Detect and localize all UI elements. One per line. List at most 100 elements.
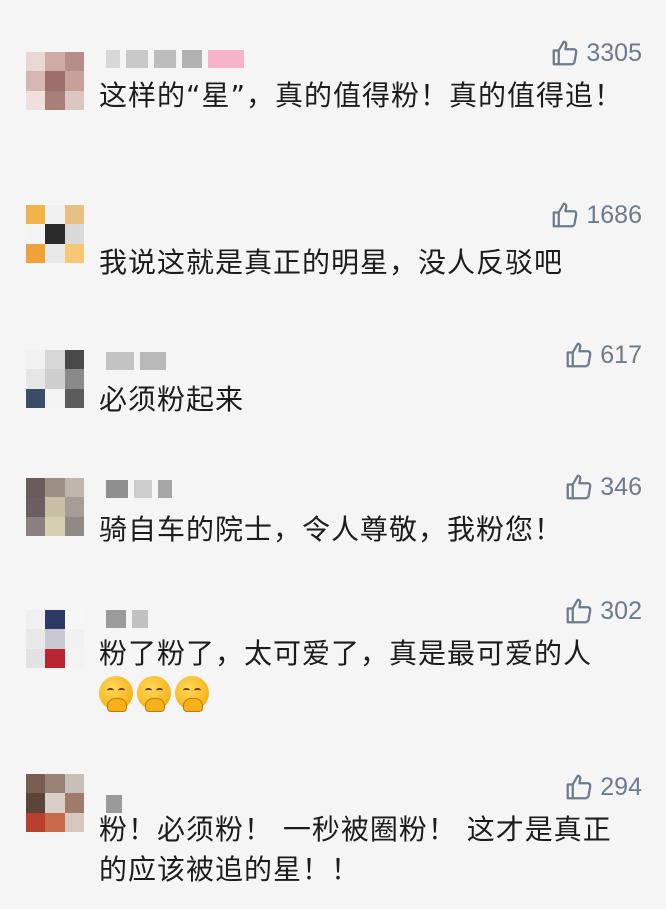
hugging-face-emoji-icon	[99, 676, 133, 712]
avatar-pixel	[26, 610, 46, 630]
avatar-pixel	[26, 243, 46, 263]
avatar-pixel	[64, 52, 84, 72]
username[interactable]	[106, 50, 244, 68]
avatar-pixel	[45, 224, 65, 244]
avatar-pixel	[26, 224, 46, 244]
like-count: 294	[600, 772, 642, 801]
hugging-face-emoji-icon	[137, 676, 171, 712]
avatar-pixel	[45, 812, 65, 832]
comment-text-block: 骑自车的院士，令人尊敬，我粉您！	[99, 510, 639, 550]
comment-text-block: 粉了粉了，太可爱了，真是最可爱的人	[99, 634, 639, 712]
avatar-pixel	[26, 648, 46, 668]
username-pixel	[140, 352, 166, 370]
username-pixel	[134, 480, 152, 498]
thumbs-up-icon	[550, 38, 580, 68]
username[interactable]	[106, 480, 172, 498]
like-button[interactable]: 617	[564, 340, 642, 370]
comment-text-block: 这样的“星”，真的值得粉！真的值得追！	[99, 76, 639, 116]
avatar[interactable]	[26, 205, 84, 263]
avatar-pixel	[64, 774, 84, 794]
username[interactable]	[106, 352, 166, 370]
avatar-pixel	[26, 90, 46, 110]
avatar-pixel	[45, 793, 65, 813]
avatar-pixel	[64, 243, 84, 263]
comment-text-block: 粉！必须粉！ 一秒被圈粉！ 这才是真正的应该被追的星！！	[99, 810, 639, 890]
username-pixel	[208, 50, 244, 68]
avatar-pixel	[64, 369, 84, 389]
like-count: 302	[600, 596, 642, 625]
avatar-pixel	[26, 71, 46, 91]
avatar-pixel	[64, 90, 84, 110]
username-pixel	[106, 480, 128, 498]
avatar-pixel	[64, 629, 84, 649]
like-button[interactable]: 3305	[550, 38, 642, 68]
avatar-pixel	[64, 205, 84, 225]
like-button[interactable]: 294	[564, 772, 642, 802]
like-count: 3305	[586, 38, 642, 67]
avatar-pixel	[64, 71, 84, 91]
avatar-pixel	[64, 812, 84, 832]
avatar-pixel	[26, 793, 46, 813]
username-pixel	[158, 480, 172, 498]
avatar[interactable]	[26, 350, 84, 408]
avatar-pixel	[64, 648, 84, 668]
username-pixel	[106, 610, 126, 628]
username-pixel	[126, 50, 148, 68]
avatar[interactable]	[26, 610, 84, 668]
hugging-face-emoji-icon	[175, 676, 209, 712]
avatar-pixel	[64, 388, 84, 408]
comment-text: 我说这就是真正的明星，没人反驳吧	[99, 246, 564, 279]
avatar-pixel	[45, 774, 65, 794]
thumbs-up-icon	[564, 772, 594, 802]
comment-text: 必须粉起来	[99, 383, 245, 416]
comment-text: 粉！必须粉！ 一秒被圈粉！ 这才是真正的应该被追的星！！	[99, 813, 612, 886]
avatar-pixel	[45, 90, 65, 110]
username-pixel	[106, 50, 120, 68]
avatar-pixel	[64, 610, 84, 630]
avatar-pixel	[64, 478, 84, 498]
avatar-pixel	[45, 388, 65, 408]
avatar[interactable]	[26, 774, 84, 832]
avatar-pixel	[26, 774, 46, 794]
username-pixel	[106, 352, 134, 370]
like-button[interactable]: 346	[564, 472, 642, 502]
avatar-pixel	[45, 71, 65, 91]
username-pixel	[182, 50, 202, 68]
avatar-pixel	[64, 793, 84, 813]
like-button[interactable]: 1686	[550, 200, 642, 230]
like-count: 346	[600, 472, 642, 501]
username[interactable]	[106, 610, 148, 628]
avatar-pixel	[45, 52, 65, 72]
username-pixel	[154, 50, 176, 68]
avatar-pixel	[26, 205, 46, 225]
avatar-pixel	[26, 812, 46, 832]
avatar-pixel	[45, 243, 65, 263]
avatar[interactable]	[26, 52, 84, 110]
thumbs-up-icon	[564, 340, 594, 370]
comment-text-block: 必须粉起来	[99, 380, 639, 420]
avatar[interactable]	[26, 478, 84, 536]
avatar-pixel	[45, 610, 65, 630]
avatar-pixel	[45, 205, 65, 225]
avatar-pixel	[64, 350, 84, 370]
avatar-pixel	[26, 516, 46, 536]
like-count: 617	[600, 340, 642, 369]
avatar-pixel	[45, 629, 65, 649]
avatar-pixel	[45, 648, 65, 668]
comment-text-block: 我说这就是真正的明星，没人反驳吧	[99, 243, 639, 283]
avatar-pixel	[45, 478, 65, 498]
avatar-pixel	[64, 516, 84, 536]
thumbs-up-icon	[550, 200, 580, 230]
avatar-pixel	[64, 224, 84, 244]
comment-text: 粉了粉了，太可爱了，真是最可爱的人	[99, 637, 593, 670]
avatar-pixel	[26, 629, 46, 649]
username-pixel	[132, 610, 148, 628]
emoji-row	[99, 676, 639, 712]
avatar-pixel	[45, 497, 65, 517]
like-button[interactable]: 302	[564, 596, 642, 626]
avatar-pixel	[64, 497, 84, 517]
avatar-pixel	[26, 52, 46, 72]
like-count: 1686	[586, 200, 642, 229]
avatar-pixel	[45, 369, 65, 389]
avatar-pixel	[26, 350, 46, 370]
